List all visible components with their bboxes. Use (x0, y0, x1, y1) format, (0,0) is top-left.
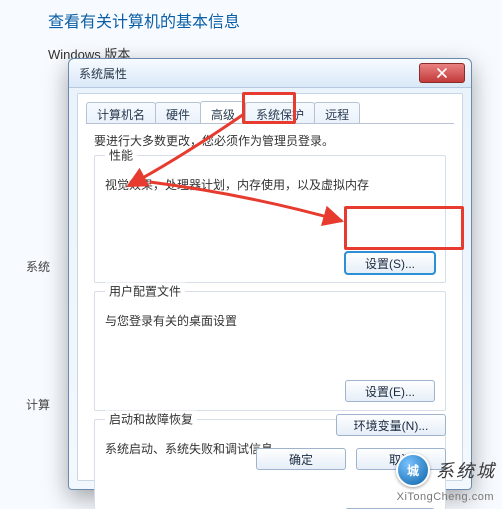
group-performance-legend: 性能 (105, 147, 137, 164)
performance-settings-button[interactable]: 设置(S)... (345, 252, 435, 274)
group-user-profiles: 用户配置文件 与您登录有关的桌面设置 设置(E)... (94, 291, 446, 411)
watermark-url: XiTongCheng.com (397, 491, 494, 503)
group-performance-desc: 视觉效果，处理器计划，内存使用，以及虚拟内存 (105, 176, 435, 193)
system-properties-dialog: 系统属性 计算机名 硬件 高级 系统保护 远程 要进行大多数更改，您必须作为管理… (68, 58, 472, 490)
watermark-brand: 系统城 (436, 457, 496, 483)
admin-hint: 要进行大多数更改，您必须作为管理员登录。 (94, 132, 446, 149)
group-user-profiles-desc: 与您登录有关的桌面设置 (105, 312, 435, 329)
watermark-logo-icon: 城 (396, 453, 430, 487)
environment-variables-button[interactable]: 环境变量(N)... (336, 414, 446, 436)
advanced-tab-body: 要进行大多数更改，您必须作为管理员登录。 性能 视觉效果，处理器计划，内存使用，… (86, 124, 454, 440)
ok-button[interactable]: 确定 (256, 448, 346, 470)
bg-label-system: 系统 (26, 258, 50, 275)
group-user-profiles-legend: 用户配置文件 (105, 283, 185, 300)
dialog-titlebar[interactable]: 系统属性 (69, 59, 471, 88)
dialog-client: 计算机名 硬件 高级 系统保护 远程 要进行大多数更改，您必须作为管理员登录。 … (77, 93, 463, 481)
dialog-title: 系统属性 (79, 65, 127, 82)
watermark: 城 系统城 (396, 453, 496, 487)
page-heading: 查看有关计算机的基本信息 (48, 8, 240, 32)
close-icon (435, 68, 449, 78)
group-startup-recovery-legend: 启动和故障恢复 (105, 411, 197, 428)
bg-label-computer: 计算 (26, 396, 50, 413)
user-profiles-settings-button[interactable]: 设置(E)... (345, 380, 435, 402)
group-performance: 性能 视觉效果，处理器计划，内存使用，以及虚拟内存 设置(S)... (94, 155, 446, 283)
close-button[interactable] (419, 63, 465, 83)
